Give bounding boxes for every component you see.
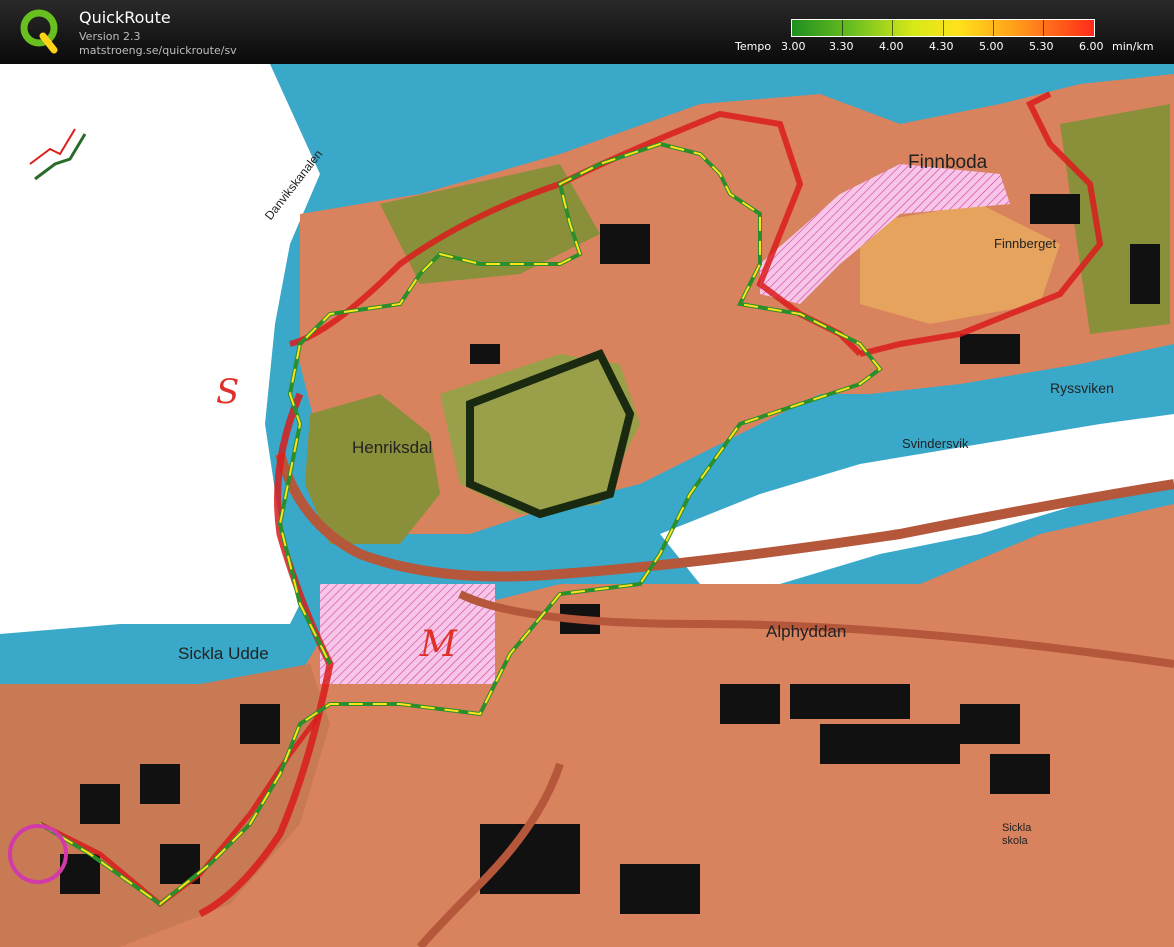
place-label-sickla-skola: Sickla skola [1002,822,1032,847]
handwritten-mark-m: M [420,624,457,665]
place-label-finnberget: Finnberget [994,236,1057,251]
building [1130,244,1160,304]
place-label-svindersvik: Svindersvik [902,436,969,451]
tempo-tick-label: 3.00 [781,40,806,53]
building [990,754,1050,794]
building [820,724,960,764]
place-label-sickla-udde: Sickla Udde [178,644,269,663]
building [960,704,1020,744]
building [140,764,180,804]
handwritten-mark-s: S [216,372,240,412]
building [480,824,580,894]
app-header: QuickRoute Version 2.3 matstroeng.se/qui… [0,0,1174,64]
tempo-tick-label: 4.00 [879,40,904,53]
tempo-tick-label: 5.30 [1029,40,1054,53]
place-label-henriksdal: Henriksdal [352,438,433,457]
building [790,684,910,719]
tempo-tick-label: 6.00 [1079,40,1104,53]
place-label-finnboda: Finnboda [908,152,988,173]
tempo-tick-label: 4.30 [929,40,954,53]
app-version: Version 2.3 [79,30,141,43]
tempo-tick-label: 5.00 [979,40,1004,53]
building [240,704,280,744]
building [600,224,650,264]
quickroute-logo-icon [20,9,58,54]
tempo-tick-label: 3.30 [829,40,854,53]
app-name: QuickRoute [79,8,171,27]
tempo-color-scale [791,19,1095,37]
orienteering-map[interactable]: Danvikskanalen Finnboda Finnberget Ryssv… [0,64,1174,947]
building [1030,194,1080,224]
tempo-scale-title: Tempo [735,40,772,53]
building [80,784,120,824]
building [470,344,500,364]
building [960,334,1020,364]
map-canvas [0,64,1174,947]
tempo-unit-label: min/km [1112,40,1154,53]
building [720,684,780,724]
building [620,864,700,914]
place-label-ryssviken: Ryssviken [1050,380,1114,396]
place-label-alphyddan: Alphyddan [766,622,847,641]
app-url[interactable]: matstroeng.se/quickroute/sv [79,44,237,57]
